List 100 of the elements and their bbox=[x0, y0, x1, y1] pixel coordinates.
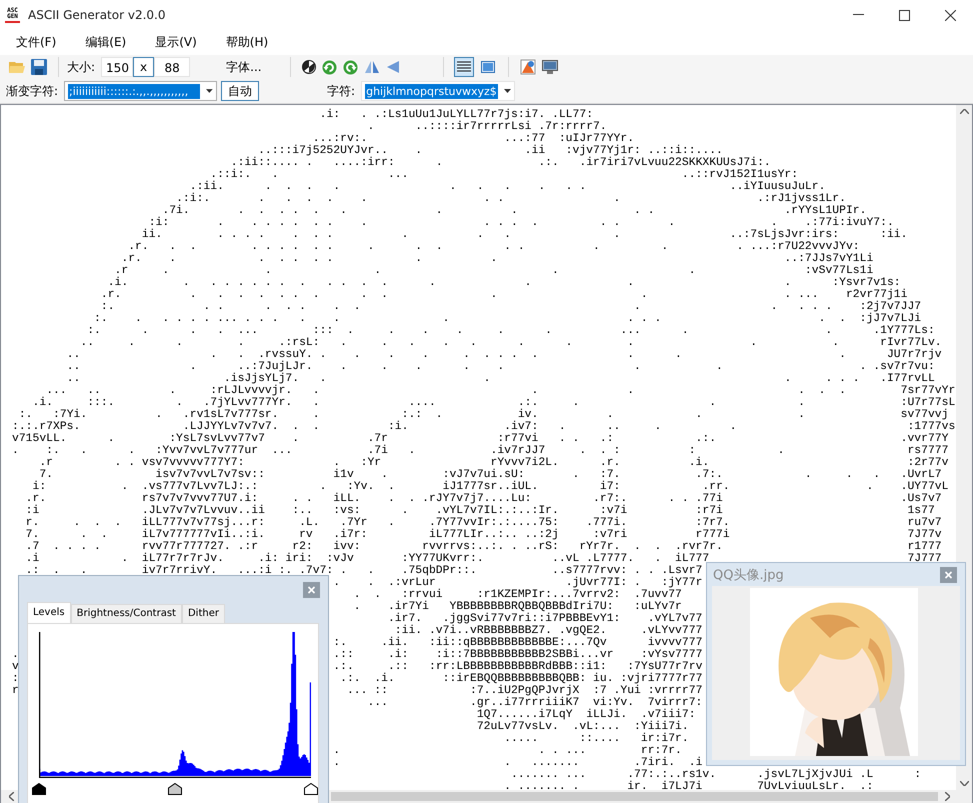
ascii-art-text: ..::rvJ152I1usYr: bbox=[682, 169, 798, 181]
ascii-art-text: v bbox=[12, 661, 19, 673]
ascii-art-text: .:ii. . . . . . . . . . . ..iYIuusuJuLr. bbox=[190, 181, 826, 193]
ascii-art-text: :ii. .v7i..vRBBBBBBBZ7. .vgQE2. .vLYvv777 bbox=[394, 625, 702, 637]
ascii-art-text: r bbox=[12, 685, 19, 697]
menu-item[interactable]: 帮助(H) bbox=[218, 34, 276, 51]
ascii-art-text: .r. rs7v7v7vvv77U7.i: . . iLL. . . .rJY7v7j7....Lu: .r7:. . . .77i .Us7v7 bbox=[26, 493, 942, 505]
ascii-art-text: . bbox=[12, 649, 19, 661]
ascii-art-text: .:: .i: :i::7BBBBBBBBBBB2SBBi...vr :vYsv7777 bbox=[333, 649, 702, 661]
ascii-art-text: 1Q7......i7LqY iLLJi. .v7iii7: bbox=[476, 709, 696, 721]
paint-icon[interactable] bbox=[520, 59, 536, 75]
ascii-art-text: 72uLv77vsLv. .vL:... :Yiii7i. bbox=[476, 721, 689, 733]
ascii-art-text: .:. .:: :rr:LBBBBBBBBBBBRdBBB::i1: :7YsU77r7rv bbox=[333, 661, 702, 673]
image-frame-icon bbox=[480, 61, 495, 73]
ascii-art-text: :. . . . ... ::: . . . . . . ... . . .1Y777Ls: bbox=[87, 325, 935, 337]
ascii-art-text: : bbox=[12, 673, 19, 685]
width-field[interactable]: 150 bbox=[101, 57, 134, 77]
monitor-icon[interactable] bbox=[542, 60, 558, 74]
ascii-art-text: 7. isv7v7vvL7v7sv:: i1v . :vJ7v7ui.sU: . :7. .7:. . . . .UvrL7 bbox=[39, 469, 942, 481]
contrast-icon[interactable] bbox=[302, 60, 316, 74]
menu-item[interactable]: 文件(F) bbox=[8, 34, 64, 51]
ascii-art-text: ... .gr..i77rrriiiK7 vi:Yv. 7virrr7: bbox=[367, 697, 702, 709]
maximize-icon[interactable] bbox=[898, 10, 910, 20]
close-icon[interactable] bbox=[944, 10, 956, 20]
ascii-art-text: . ..::::ir7rrrrrLsi .7r:rrrr7. bbox=[367, 121, 607, 133]
ascii-art-text: .:ii::.... . ....:irr: . .:. .ir7iri7vLvuu22SKKXKUUsJ7i:. bbox=[230, 157, 771, 169]
rotate-right-icon[interactable] bbox=[322, 60, 337, 74]
tab[interactable]: Levels bbox=[27, 602, 71, 623]
level-handle[interactable] bbox=[168, 783, 182, 795]
flip-icon[interactable] bbox=[364, 60, 380, 74]
ascii-art-text: :. . . . . . ... . . . . . . . . . . . :jJ7v7LJi bbox=[94, 313, 922, 325]
ascii-art-text: :. :7Yi. . .rv1sL7v777sr. . :.: . iv. . . . sv77vvj bbox=[18, 409, 948, 421]
ascii-art-text: .:i:. . . . . . . . . .:rJ1jvss1Lr. bbox=[176, 193, 846, 205]
ascii-art-text: :i .JLv7v7v7Lvvuv..ii :.. :vs: . .vYL7v7IL:.:..:Ir. :v7i :r7i 1s77 bbox=[26, 505, 935, 517]
ascii-art-text: . . . . . :2j7v7JJ7 bbox=[634, 301, 922, 313]
minimize-icon[interactable] bbox=[852, 14, 864, 16]
scroll-down-icon[interactable] bbox=[960, 781, 968, 786]
ascii-art-text: .: . . iv7r7rrivY. ...:i :. .7v7: . . .75qbDPr::. ..s7777rvv: . . .Lsvr7 bbox=[26, 565, 702, 577]
ascii-art-text: ii. . . . . . . . . . . . ..:7sLjsJvr:irs: :ii. bbox=[142, 229, 908, 241]
ascii-art-text: .r. . . . . . . . . . . . . ... r2vr77j1i bbox=[100, 289, 908, 301]
ascii-art-text: 7. . . iL7v777777vIi..:i. rv .i7r: iL777LIr..:.. ..:2j :v7ri r777i 7J77v bbox=[26, 529, 942, 541]
tab[interactable]: Brightness/Contrast bbox=[70, 604, 182, 623]
ascii-art-text: ...:rv:. ...:77 :uIJr77YYr. bbox=[312, 133, 634, 145]
ascii-art-text: r. . . . iLL777v7v77sj...r: .L. .7Yr . .7Y77vvIr:.:....75: .777i. :7r7. ru7v7 bbox=[26, 517, 942, 529]
height-field[interactable]: 88 bbox=[154, 57, 190, 77]
scroll-up-icon[interactable] bbox=[960, 109, 968, 114]
ascii-art-text: .. . . . .:rsL: . . . . . . . . . . rIvr77Lv. bbox=[80, 337, 942, 349]
font-button[interactable]: 字体... bbox=[220, 58, 268, 76]
ascii-art-text: . . .:vrLur .jUvr77I: . :jY77r bbox=[333, 577, 702, 589]
times-button[interactable]: x bbox=[133, 57, 154, 77]
ascii-art-text: :.:.r7XPs. .LJJYYLv7v7v7. . . :i. .iv7: . .. . . :1777vs bbox=[12, 421, 956, 433]
ascii-art-text: .. . . .rvssuY. . . . . . . . . . . . . JU7r7rjv bbox=[66, 349, 942, 361]
ascii-art-text: .7 . . . . rvv77r777727. .:r r2: ivv: rvvrrvs:..:. . ..rS: rYr7r. . . .rvr7r. r1777 bbox=[26, 541, 942, 553]
ascii-art-text: ..:7JJs7vY1Li bbox=[784, 253, 874, 265]
chars-label: 字符: bbox=[327, 82, 356, 100]
save-icon[interactable] bbox=[31, 59, 47, 75]
ascii-art-text: ... :: :7..iU2PgQPJvrjX :7 .Yui :vrrrr77 bbox=[346, 685, 702, 697]
ascii-art-text: . .ir7Yi YBBBBBBBBRQBBQBBBdIri7U: :uLYv7r bbox=[354, 601, 682, 613]
dropdown-arrow-icon[interactable] bbox=[206, 89, 214, 93]
scrollbar-thumb[interactable] bbox=[331, 792, 938, 801]
ascii-art-text: ....... ... .77:.:..rs1v. .jsvL7LjXjvJUi .L : bbox=[511, 769, 922, 781]
ascii-art-text: . . . . .I77rvLL bbox=[784, 373, 935, 385]
auto-button[interactable]: 自动 bbox=[221, 81, 260, 101]
triangle-left-icon[interactable] bbox=[386, 60, 400, 74]
ascii-art-text: .7i. . . . . . . . . . . .rYYsL1UPIr. bbox=[162, 205, 866, 217]
ascii-art-text: . . :rrvui :r1KZEMPIr:...7vrrv2: .7uvv77 bbox=[354, 589, 682, 601]
ascii-art-text: :. . . . . . . . bbox=[100, 301, 361, 313]
level-handle[interactable] bbox=[304, 783, 318, 795]
ascii-art-text: .ir7. .jggSvi77v7ri::i7PBBBEvY1: .vYL7v77 bbox=[388, 613, 702, 625]
ascii-art-text: :i: . . . . . . . . . . . . . . . . .:77i:ivuY7:. bbox=[148, 217, 894, 229]
window-title: ASCII Generator v2.0.0 bbox=[28, 8, 166, 22]
ascii-art-text: . :. . . :Yvv7vvL7v777ur ... .7i . .iv7rJJ7 . . : : . rs7777 bbox=[12, 445, 948, 457]
size-label: 大小: bbox=[67, 58, 96, 76]
level-handle[interactable] bbox=[32, 783, 46, 795]
ascii-art-text: .i. . . . . . . . . . . . . . . . . :Ysvr7v1s: bbox=[108, 277, 901, 289]
window-title: QQ头像.jpg bbox=[713, 566, 784, 584]
ascii-art-text: .r . . vsv7vvvvv777Y7: . :Yr rYvvv7i2L. .r. .i. :2r77v bbox=[39, 457, 948, 469]
ascii-art-text: .i . iL77r7r7rJv. .i: iri: :vJv :YY77UKvrr:. ..vL .L7777. . iL777 7J777 bbox=[26, 553, 942, 565]
ascii-art-text: ..... ::.... ir:i7r. bbox=[504, 733, 689, 745]
tab[interactable]: Dither bbox=[182, 604, 225, 623]
ascii-art-text: ... .. . :rLJLvvvvjr. . . . . . . 7sr77vYr bbox=[46, 385, 956, 397]
text-view-button[interactable] bbox=[454, 57, 474, 77]
chars-dropdown[interactable]: ghijklmnopqrstuvwxyz$ bbox=[361, 81, 515, 101]
ascii-art-text: .r. . . . . . . . . . . . . . . . . ...:r7U22vvvJYv: bbox=[128, 241, 860, 253]
ascii-art-text: . . . ... rr:7r. bbox=[333, 745, 682, 757]
scroll-left-icon[interactable] bbox=[9, 792, 14, 801]
ascii-art-text: v715vLL. . :YsL7svLvv77v7 . .7r :r77vi . . .: .:. .vvr77Y bbox=[12, 433, 948, 445]
ascii-art-text: .::i:. . ... bbox=[210, 169, 408, 181]
lines-icon bbox=[456, 61, 471, 73]
dropdown-arrow-icon[interactable] bbox=[504, 89, 511, 93]
scroll-right-icon[interactable] bbox=[945, 792, 950, 801]
menu-item[interactable]: 显示(V) bbox=[147, 34, 205, 51]
ascii-art-text: .. .isJjsYLj7. . . bbox=[66, 373, 490, 385]
ramp-dropdown[interactable]: ;iiiiiiiiiii::::::.:.,,.,,,,,,,,,,, bbox=[64, 81, 218, 101]
ascii-art-text: .r . . . . . :vSv77Ls1i bbox=[114, 265, 874, 277]
ascii-art-text: i: . .vs777v7Lvv7LJ:.: . :Yv. . iJ1777sr..iUL. i7: .rr. . .UY77vL bbox=[32, 481, 948, 493]
rotate-left-icon[interactable] bbox=[342, 60, 358, 74]
menu-item[interactable]: 编辑(E) bbox=[77, 34, 134, 51]
ascii-art-text: .. . ..:7JujLJr. . . . . . . . . .sv7r7vu: bbox=[66, 361, 935, 373]
ascii-art-text: .i. :::. . .7jYLvv777Yr. . .... .:. . . . :U7r77sL bbox=[32, 397, 956, 409]
